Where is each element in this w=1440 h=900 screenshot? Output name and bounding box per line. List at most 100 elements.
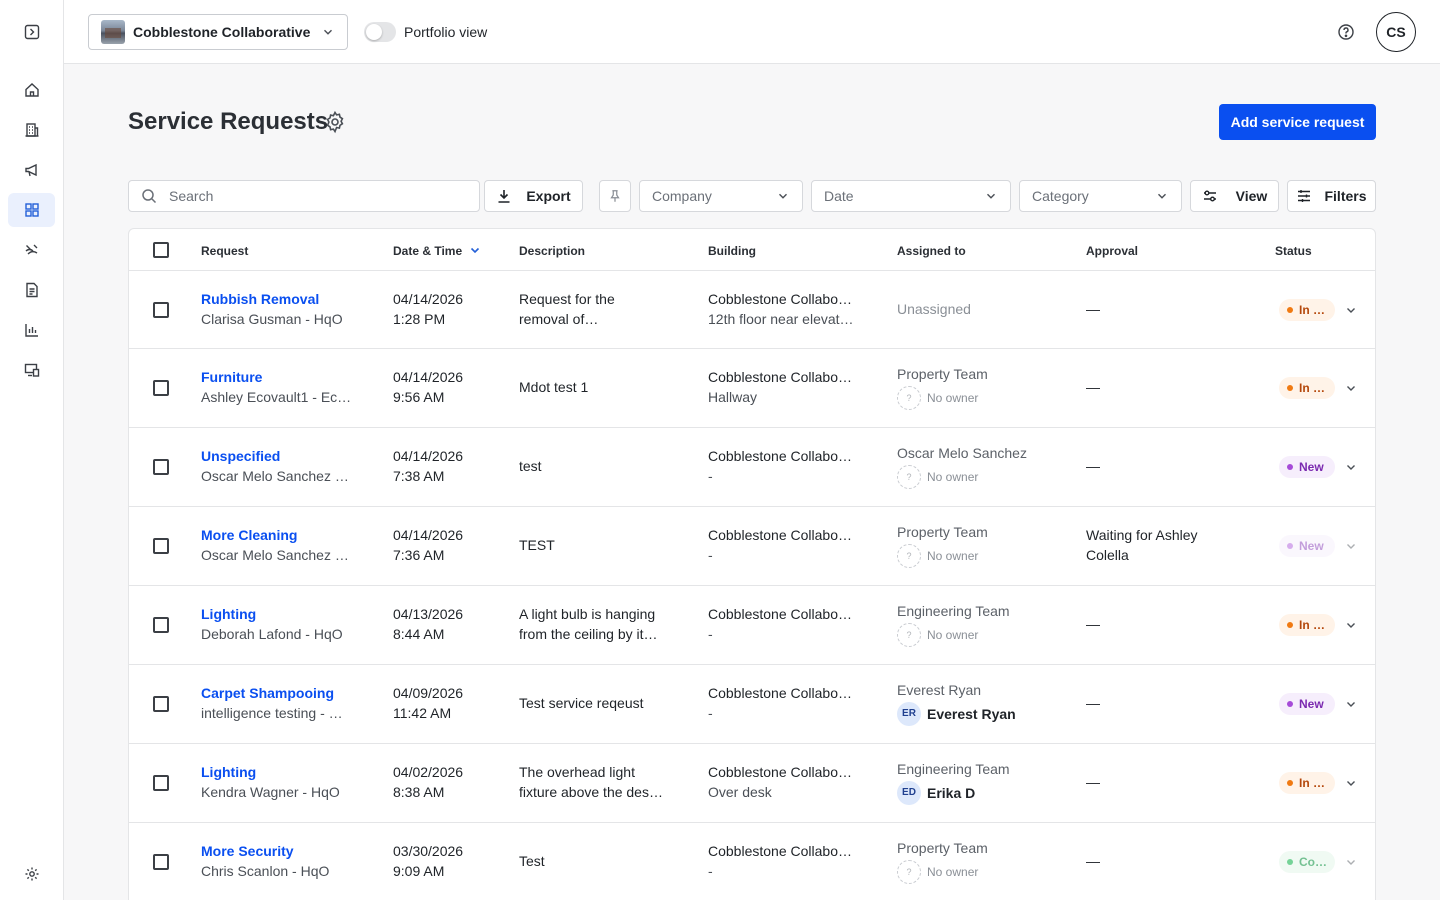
requester: Chris Scanlon - HqO: [201, 863, 330, 879]
chevron-down-icon[interactable]: [1345, 698, 1357, 710]
row-checkbox[interactable]: [153, 459, 169, 475]
pin-icon: [610, 190, 620, 202]
request-title-link[interactable]: Rubbish Removal: [201, 289, 343, 309]
chevron-down-icon[interactable]: [1345, 856, 1357, 868]
status-badge[interactable]: In …: [1279, 614, 1335, 636]
buildings-icon[interactable]: [8, 113, 55, 147]
status-badge[interactable]: In …: [1279, 377, 1335, 399]
request-title-link[interactable]: Carpet Shampooing: [201, 683, 343, 703]
column-header-approval[interactable]: Approval: [1086, 244, 1138, 258]
row-checkbox[interactable]: [153, 617, 169, 633]
status-label: In …: [1299, 776, 1325, 790]
row-checkbox[interactable]: [153, 380, 169, 396]
search-input[interactable]: Search: [128, 180, 480, 212]
request-title-link[interactable]: Lighting: [201, 604, 343, 624]
owner[interactable]: ED Erika D: [897, 781, 1010, 805]
status-dot: [1287, 780, 1293, 786]
sort-chevron-icon[interactable]: [469, 244, 481, 256]
megaphone-icon[interactable]: [8, 153, 55, 187]
owner-name: No owner: [927, 628, 979, 642]
user-avatar[interactable]: CS: [1376, 12, 1416, 52]
owner[interactable]: ER Everest Ryan: [897, 702, 1016, 726]
table-row[interactable]: Lighting Kendra Wagner - HqO 04/02/2026 …: [129, 744, 1375, 823]
company-selector[interactable]: Cobblestone Collaborative: [88, 14, 348, 50]
search-placeholder: Search: [169, 188, 214, 204]
owner-avatar: ER: [897, 702, 921, 726]
column-header-date-time[interactable]: Date & Time: [393, 244, 462, 258]
table-row[interactable]: More Security Chris Scanlon - HqO 03/30/…: [129, 823, 1375, 900]
chevron-down-icon: [987, 193, 995, 199]
chevron-down-icon[interactable]: [1345, 619, 1357, 631]
column-header-request[interactable]: Request: [201, 244, 248, 258]
date-filter-label: Date: [824, 188, 854, 204]
owner[interactable]: ? No owner: [897, 544, 988, 568]
owner[interactable]: ? No owner: [897, 386, 988, 410]
building-location: -: [708, 547, 713, 563]
row-checkbox[interactable]: [153, 538, 169, 554]
table-row[interactable]: Furniture Ashley Ecovault1 - Ec… 04/14/2…: [129, 349, 1375, 428]
owner[interactable]: ? No owner: [897, 860, 988, 884]
row-checkbox[interactable]: [153, 854, 169, 870]
request-title-link[interactable]: More Cleaning: [201, 525, 349, 545]
table-row[interactable]: Unspecified Oscar Melo Sanchez … 04/14/2…: [129, 428, 1375, 507]
chevron-down-icon[interactable]: [1345, 382, 1357, 394]
analytics-icon[interactable]: [8, 313, 55, 347]
chevron-down-icon[interactable]: [1345, 777, 1357, 789]
category-filter-dropdown[interactable]: Category: [1019, 180, 1182, 212]
column-header-assigned-to[interactable]: Assigned to: [897, 244, 966, 258]
top-bar: Cobblestone Collaborative Portfolio view…: [64, 0, 1440, 64]
request-date: 03/30/2026: [393, 843, 464, 859]
expand-sidebar-icon[interactable]: [8, 15, 55, 49]
status-badge[interactable]: In …: [1279, 299, 1335, 321]
table-row[interactable]: Lighting Deborah Lafond - HqO 04/13/2026…: [129, 586, 1375, 665]
table-row[interactable]: Carpet Shampooing intelligence testing -…: [129, 665, 1375, 744]
export-button[interactable]: Export: [484, 180, 583, 212]
request-title-link[interactable]: Unspecified: [201, 446, 349, 466]
pin-filters-button[interactable]: [599, 180, 631, 212]
request-time: 8:44 AM: [393, 626, 445, 642]
document-icon[interactable]: [8, 273, 55, 307]
table-row[interactable]: More Cleaning Oscar Melo Sanchez … 04/14…: [129, 507, 1375, 586]
view-button[interactable]: View: [1190, 180, 1279, 212]
status-badge[interactable]: New: [1279, 456, 1335, 478]
status-badge[interactable]: New: [1279, 535, 1335, 557]
settings-icon[interactable]: [8, 857, 55, 891]
request-title-link[interactable]: Furniture: [201, 367, 351, 387]
row-checkbox[interactable]: [153, 302, 169, 318]
assigned-team: Everest Ryan: [897, 682, 982, 698]
home-icon[interactable]: [8, 73, 55, 107]
gear-icon[interactable]: [323, 110, 347, 134]
table-row[interactable]: Rubbish Removal Clarisa Gusman - HqO 04/…: [129, 271, 1375, 349]
status-badge[interactable]: In …: [1279, 772, 1335, 794]
column-header-description[interactable]: Description: [519, 244, 585, 258]
column-header-building[interactable]: Building: [708, 244, 756, 258]
request-title-link[interactable]: More Security: [201, 841, 329, 861]
requester: intelligence testing - …: [201, 705, 343, 721]
status-badge[interactable]: Co…: [1279, 851, 1335, 873]
row-checkbox[interactable]: [153, 696, 169, 712]
chevron-down-icon[interactable]: [1345, 461, 1357, 473]
row-checkbox[interactable]: [153, 775, 169, 791]
devices-icon[interactable]: [8, 353, 55, 387]
requester: Ashley Ecovault1 - Ec…: [201, 389, 352, 405]
owner[interactable]: ? No owner: [897, 623, 1010, 647]
approval: —: [1086, 774, 1100, 790]
status-badge[interactable]: New: [1279, 693, 1335, 715]
select-all-checkbox[interactable]: [153, 242, 169, 258]
owner[interactable]: ? No owner: [897, 465, 1027, 489]
service-requests-icon[interactable]: [8, 193, 55, 227]
status-dot: [1287, 464, 1293, 470]
building-name: Cobblestone Collabo…: [708, 606, 852, 622]
company-filter-dropdown[interactable]: Company: [639, 180, 803, 212]
help-icon[interactable]: [1336, 22, 1356, 42]
date-filter-dropdown[interactable]: Date: [811, 180, 1011, 212]
add-service-request-button[interactable]: Add service request: [1219, 104, 1376, 140]
company-filter-label: Company: [652, 188, 712, 204]
tools-icon[interactable]: [8, 233, 55, 267]
chevron-down-icon[interactable]: [1345, 540, 1357, 552]
chevron-down-icon[interactable]: [1345, 304, 1357, 316]
filters-button[interactable]: Filters: [1287, 180, 1376, 212]
request-title-link[interactable]: Lighting: [201, 762, 340, 782]
column-header-status[interactable]: Status: [1275, 244, 1312, 258]
portfolio-view-toggle[interactable]: [364, 22, 396, 42]
